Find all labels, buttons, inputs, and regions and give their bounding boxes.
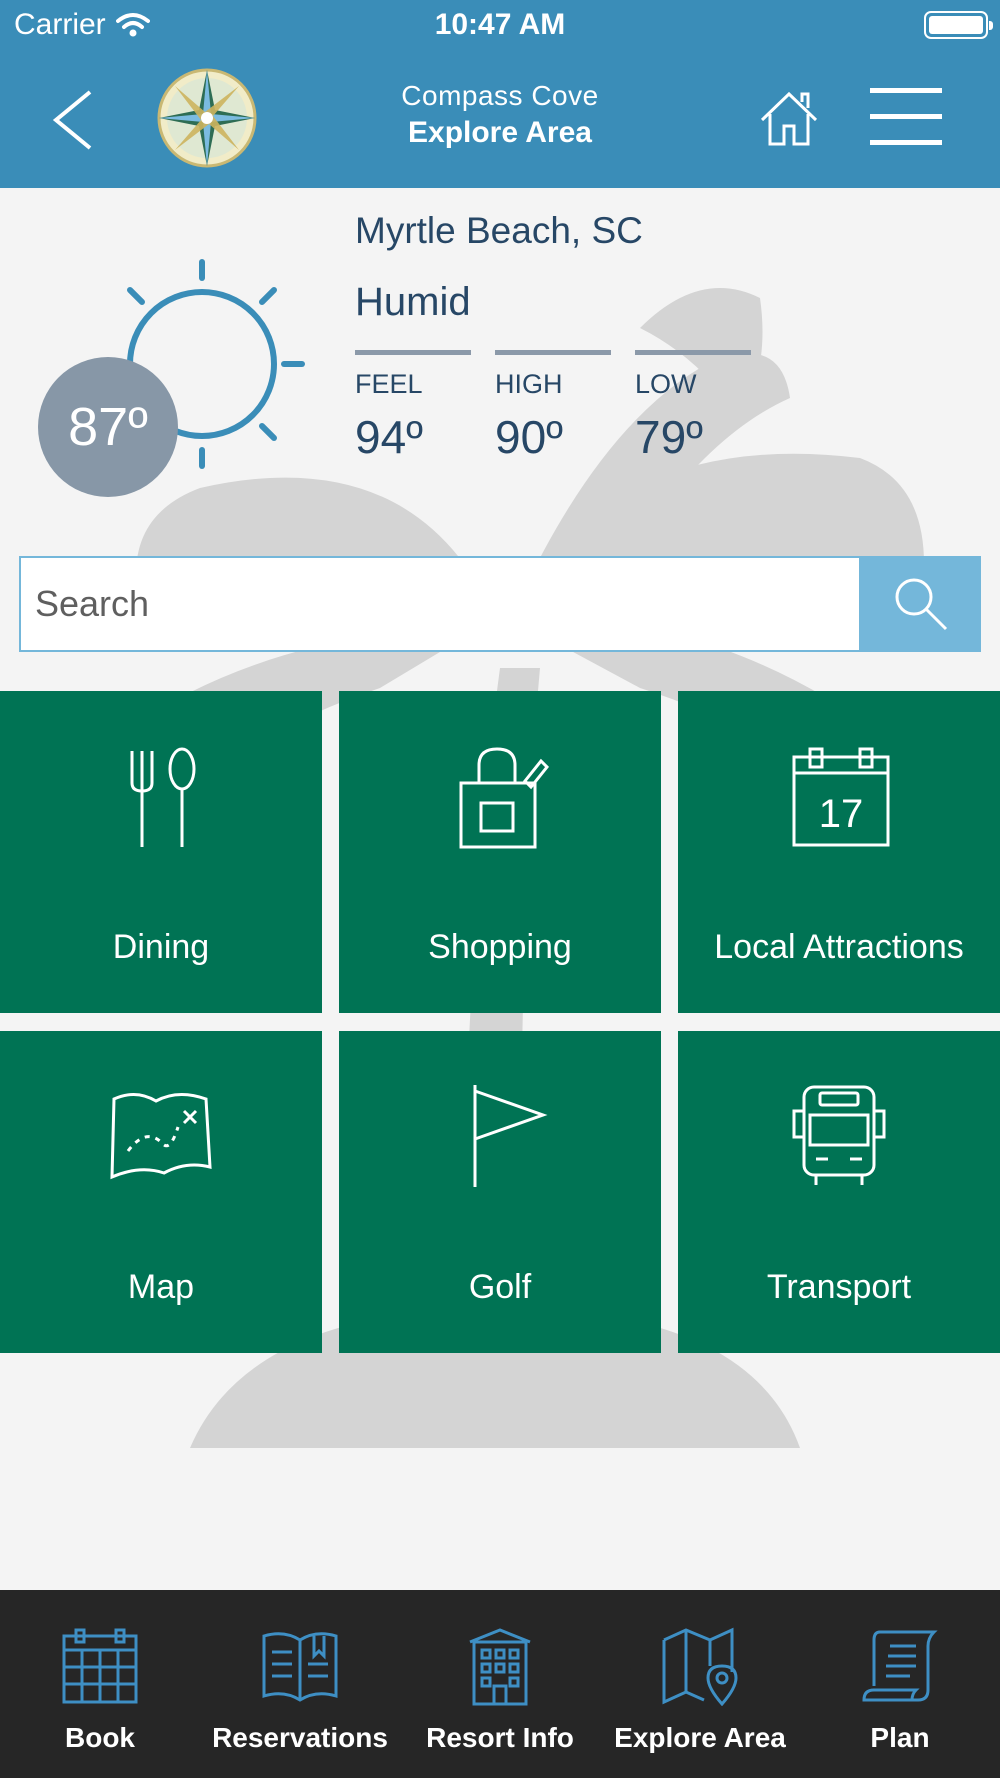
battery-icon bbox=[924, 11, 993, 39]
app-header: Carrier 10:47 AM Compass Cove Explore Ar… bbox=[0, 0, 1000, 188]
tile-map[interactable]: Map bbox=[0, 1031, 322, 1353]
nav-label: Reservations bbox=[212, 1722, 388, 1753]
map-pin-icon bbox=[662, 1627, 738, 1706]
tile-label: Dining bbox=[112, 928, 210, 966]
stat-value: 94º bbox=[355, 411, 423, 463]
weather-condition: Humid bbox=[355, 280, 471, 324]
stat-low: LOW 79º bbox=[635, 350, 751, 464]
fork-spoon-icon bbox=[130, 747, 196, 847]
calendar-day: 17 bbox=[819, 792, 864, 836]
open-book-icon bbox=[262, 1632, 338, 1702]
nav-plan[interactable]: Plan bbox=[800, 1590, 1000, 1778]
search-icon bbox=[895, 578, 948, 631]
nav-reservations[interactable]: Reservations bbox=[200, 1590, 400, 1778]
nav-label: Explore Area bbox=[614, 1722, 786, 1753]
weather-location: Myrtle Beach, SC bbox=[355, 210, 643, 251]
tile-label: Golf bbox=[468, 1268, 532, 1306]
compass-logo-icon[interactable] bbox=[155, 66, 259, 170]
bus-icon bbox=[792, 1085, 886, 1185]
stat-label: HIGH bbox=[495, 369, 563, 399]
search-button[interactable] bbox=[861, 556, 981, 652]
stat-value: 90º bbox=[495, 411, 563, 463]
resort-name: Compass Cove bbox=[401, 80, 599, 111]
stat-feel: FEEL 94º bbox=[355, 350, 471, 464]
scroll-icon bbox=[862, 1630, 938, 1702]
stat-high: HIGH 90º bbox=[495, 350, 611, 464]
search-input[interactable] bbox=[19, 556, 861, 652]
search-bar bbox=[19, 556, 981, 652]
treasure-map-icon bbox=[110, 1093, 212, 1180]
menu-button[interactable] bbox=[870, 86, 946, 148]
stat-label: LOW bbox=[635, 369, 697, 399]
header-titles: Compass Cove Explore Area bbox=[300, 80, 700, 150]
stat-value: 79º bbox=[635, 411, 703, 463]
nav-label: Book bbox=[65, 1722, 135, 1753]
back-button[interactable] bbox=[44, 86, 104, 154]
tile-label: Map bbox=[127, 1268, 195, 1306]
tile-label: Shopping bbox=[428, 928, 572, 966]
tile-local-attractions[interactable]: 17 Local Attractions bbox=[678, 691, 1000, 1013]
tile-transport[interactable]: Transport bbox=[678, 1031, 1000, 1353]
shopping-bag-icon bbox=[459, 747, 550, 849]
calendar-icon: 17 bbox=[792, 747, 890, 847]
bottom-nav: Book Reservations Resort Info Explore Ar… bbox=[0, 1590, 1000, 1778]
tile-shopping[interactable]: Shopping bbox=[339, 691, 661, 1013]
tile-label: Transport bbox=[766, 1268, 912, 1306]
status-time: 10:47 AM bbox=[434, 8, 566, 41]
tile-golf[interactable]: Golf bbox=[339, 1031, 661, 1353]
nav-resort-info[interactable]: Resort Info bbox=[400, 1590, 600, 1778]
tile-dining[interactable]: Dining bbox=[0, 691, 322, 1013]
page-title: Explore Area bbox=[408, 116, 592, 149]
golf-flag-icon bbox=[473, 1085, 548, 1187]
stat-label: FEEL bbox=[355, 369, 423, 399]
nav-explore-area[interactable]: Explore Area bbox=[600, 1590, 800, 1778]
building-icon bbox=[469, 1628, 531, 1706]
home-icon[interactable] bbox=[758, 88, 820, 150]
tile-label: Local Attractions bbox=[714, 928, 964, 966]
calendar-grid-icon bbox=[62, 1628, 138, 1704]
nav-label: Plan bbox=[870, 1722, 930, 1753]
current-temperature: 87º bbox=[38, 357, 178, 497]
nav-label: Resort Info bbox=[426, 1722, 574, 1753]
nav-book[interactable]: Book bbox=[0, 1590, 200, 1778]
